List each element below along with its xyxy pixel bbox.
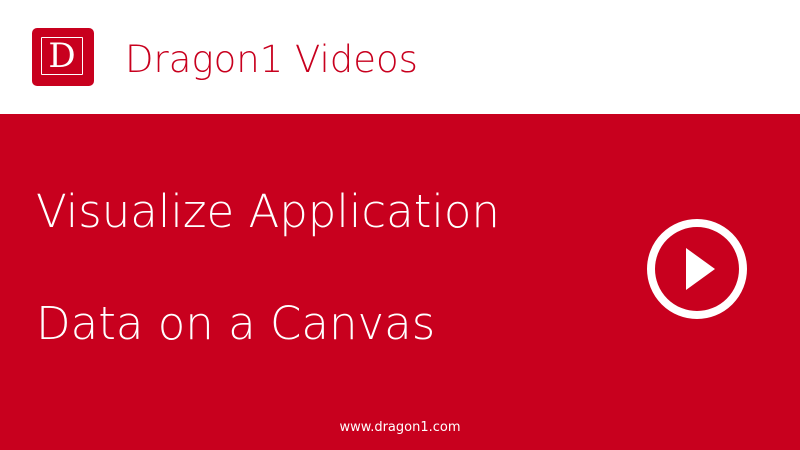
video-thumbnail: D Dragon1 Videos Visualize Application D… — [0, 0, 800, 450]
dragon1-logo: D — [32, 28, 94, 86]
video-preview-panel: Visualize Application Data on a Canvas w… — [0, 114, 800, 450]
website-url: www.dragon1.com — [339, 420, 461, 435]
logo-frame: D — [41, 37, 83, 75]
video-title-line-2: Data on a Canvas — [36, 297, 436, 350]
play-button[interactable] — [645, 217, 749, 321]
logo-letter: D — [48, 36, 76, 76]
video-title-line-1: Visualize Application — [36, 185, 500, 238]
channel-title: Dragon1 Videos — [125, 38, 418, 81]
play-circle-icon — [647, 219, 747, 319]
header-bar: D Dragon1 Videos — [0, 0, 800, 114]
